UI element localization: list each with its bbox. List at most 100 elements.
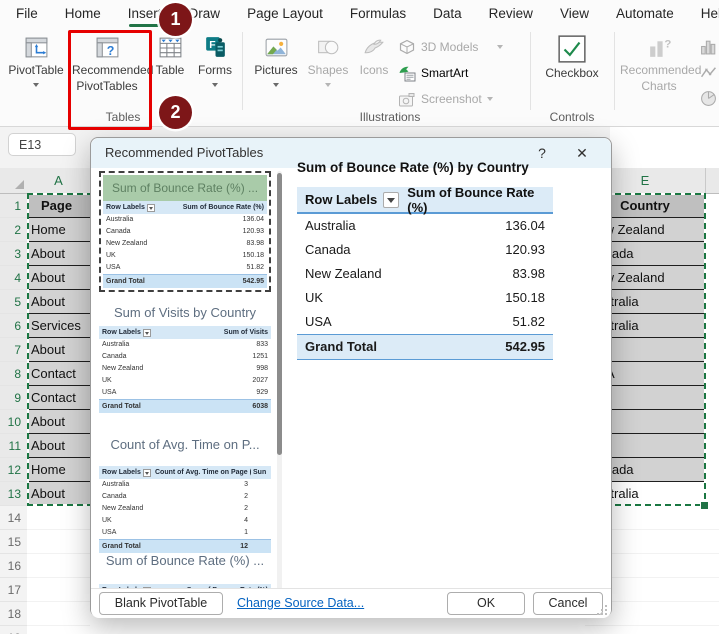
recommendation-item-2[interactable]: Sum of Visits by Country Row Labels Sum o… xyxy=(99,301,271,413)
row-header-16[interactable]: 16 xyxy=(0,554,27,578)
cell-a1[interactable]: Page xyxy=(27,194,90,218)
cell-a7[interactable]: About xyxy=(27,338,90,362)
preview-table-row: New Zealand 83.98 xyxy=(297,262,553,286)
cell-a6[interactable]: Services xyxy=(27,314,90,338)
cell-a12[interactable]: Home xyxy=(27,458,90,482)
mini-row-value: 998 xyxy=(256,365,268,372)
cell-a3[interactable]: About xyxy=(27,242,90,266)
table-button[interactable]: Table xyxy=(150,34,190,77)
screenshot-camera-icon xyxy=(399,92,415,106)
screenshot-button-disabled: Screenshot xyxy=(398,88,528,110)
checkbox-label: Checkbox xyxy=(545,66,599,80)
3d-models-label: 3D Models xyxy=(421,40,479,54)
list-scrollbar-thumb[interactable] xyxy=(277,173,282,455)
group-separator xyxy=(614,32,615,110)
select-all-corner[interactable] xyxy=(0,168,27,194)
dialog-footer: Blank PivotTable Change Source Data... O… xyxy=(91,588,611,618)
cell-a9[interactable]: Contact xyxy=(27,386,90,410)
row-header-5[interactable]: 5 xyxy=(0,290,27,314)
preview-row-label: USA xyxy=(305,314,332,329)
cell-a5[interactable]: About xyxy=(27,290,90,314)
row-header-9[interactable]: 9 xyxy=(0,386,27,410)
row-header-1[interactable]: 1 xyxy=(0,194,27,218)
select-all-triangle-icon xyxy=(15,180,24,189)
blank-pivottable-button[interactable]: Blank PivotTable xyxy=(99,592,223,615)
row-header-6[interactable]: 6 xyxy=(0,314,27,338)
recommended-pivottables-button[interactable]: ? Recommended PivotTables xyxy=(72,34,153,93)
row-header-17[interactable]: 17 xyxy=(0,578,27,602)
mini-row-value: 3 xyxy=(244,481,248,488)
recommendation-item-3[interactable]: Count of Avg. Time on P... Row Labels Cou… xyxy=(99,423,271,553)
mini-total-label: Grand Total xyxy=(106,278,145,285)
cell-a10[interactable]: About xyxy=(27,410,90,434)
row-header-4[interactable]: 4 xyxy=(0,266,27,290)
row-header-19[interactable]: 19 xyxy=(0,626,27,634)
column-header-a[interactable]: A xyxy=(27,168,90,194)
change-source-data-link[interactable]: Change Source Data... xyxy=(237,596,364,610)
cancel-button[interactable]: Cancel xyxy=(533,592,603,615)
row-header-15[interactable]: 15 xyxy=(0,530,27,554)
preview-row-label: Canada xyxy=(305,242,351,257)
tab-insert[interactable]: Insert xyxy=(128,0,162,28)
annotation-step-2-badge: 2 xyxy=(159,96,192,129)
illustrations-group-label: Illustrations xyxy=(359,110,421,124)
preview-row-label: New Zealand xyxy=(305,266,382,281)
column-header-f-partial[interactable] xyxy=(705,168,719,194)
row-header-8[interactable]: 8 xyxy=(0,362,27,386)
row-header-12[interactable]: 12 xyxy=(0,458,27,482)
line-chart-icon[interactable] xyxy=(700,64,717,81)
recommendation-item-1-selected[interactable]: Sum of Bounce Rate (%) ... Row Labels Sum… xyxy=(99,171,271,292)
empty-cell-a14[interactable] xyxy=(27,506,90,530)
tab-review[interactable]: Review xyxy=(489,0,533,28)
pictures-button[interactable]: Pictures xyxy=(250,34,302,91)
empty-cell-a15[interactable] xyxy=(27,530,90,554)
ribbon-tab-row: File Home Insert Draw Page Layout Formulas Dat… xyxy=(0,0,719,28)
pie-chart-icon[interactable] xyxy=(700,90,717,107)
tab-formulas[interactable]: Formulas xyxy=(350,0,406,28)
cell-a4[interactable]: About xyxy=(27,266,90,290)
selection-fill-handle[interactable] xyxy=(700,501,709,510)
row-header-3[interactable]: 3 xyxy=(0,242,27,266)
tab-view[interactable]: View xyxy=(560,0,589,28)
tab-file[interactable]: File xyxy=(16,0,38,28)
empty-cell-a16[interactable] xyxy=(27,554,90,578)
row-header-2[interactable]: 2 xyxy=(0,218,27,242)
cell-a8[interactable]: Contact xyxy=(27,362,90,386)
cell-a2[interactable]: Home xyxy=(27,218,90,242)
table-icon xyxy=(159,37,181,58)
row-header-10[interactable]: 10 xyxy=(0,410,27,434)
tab-help[interactable]: Help xyxy=(701,0,719,28)
resize-grip[interactable] xyxy=(597,605,607,615)
empty-cell-e19[interactable] xyxy=(585,626,719,634)
row-header-7[interactable]: 7 xyxy=(0,338,27,362)
empty-cell-a18[interactable] xyxy=(27,602,90,626)
row-header-18[interactable]: 18 xyxy=(0,602,27,626)
mini-row-label: UK xyxy=(106,252,116,259)
pivottable-button[interactable]: PivotTable xyxy=(4,34,68,91)
row-header-14[interactable]: 14 xyxy=(0,506,27,530)
pivottable-icon xyxy=(25,37,47,58)
mini-col-value-header: Sum of Visits xyxy=(223,329,268,336)
mini-row-label: USA xyxy=(106,264,121,271)
tab-automate[interactable]: Automate xyxy=(616,0,674,28)
cell-a11[interactable]: About xyxy=(27,434,90,458)
column-chart-icon[interactable] xyxy=(700,38,717,55)
tab-home[interactable]: Home xyxy=(65,0,101,28)
mini-header-text: Row Labels xyxy=(106,204,145,211)
mini-pivot-preview: Row Labels Count of Avg. Time on Page (s)… xyxy=(99,466,271,553)
name-box[interactable]: E13 xyxy=(8,133,76,156)
empty-cell-a19[interactable] xyxy=(27,626,90,634)
mini-row-value: 83.98 xyxy=(246,240,264,247)
row-header-13[interactable]: 13 xyxy=(0,482,27,506)
smartart-button[interactable]: SmartArt xyxy=(398,62,528,84)
empty-cell-a17[interactable] xyxy=(27,578,90,602)
tab-draw[interactable]: Draw xyxy=(189,0,221,28)
checkbox-button[interactable]: Checkbox xyxy=(540,34,604,80)
tab-page-layout[interactable]: Page Layout xyxy=(247,0,323,28)
cell-a13[interactable]: About xyxy=(27,482,90,506)
forms-button[interactable]: F Forms xyxy=(194,34,236,91)
row-header-11[interactable]: 11 xyxy=(0,434,27,458)
tab-data[interactable]: Data xyxy=(433,0,462,28)
ok-button[interactable]: OK xyxy=(447,592,525,615)
mini-table-row: Australia 833 xyxy=(99,339,271,351)
